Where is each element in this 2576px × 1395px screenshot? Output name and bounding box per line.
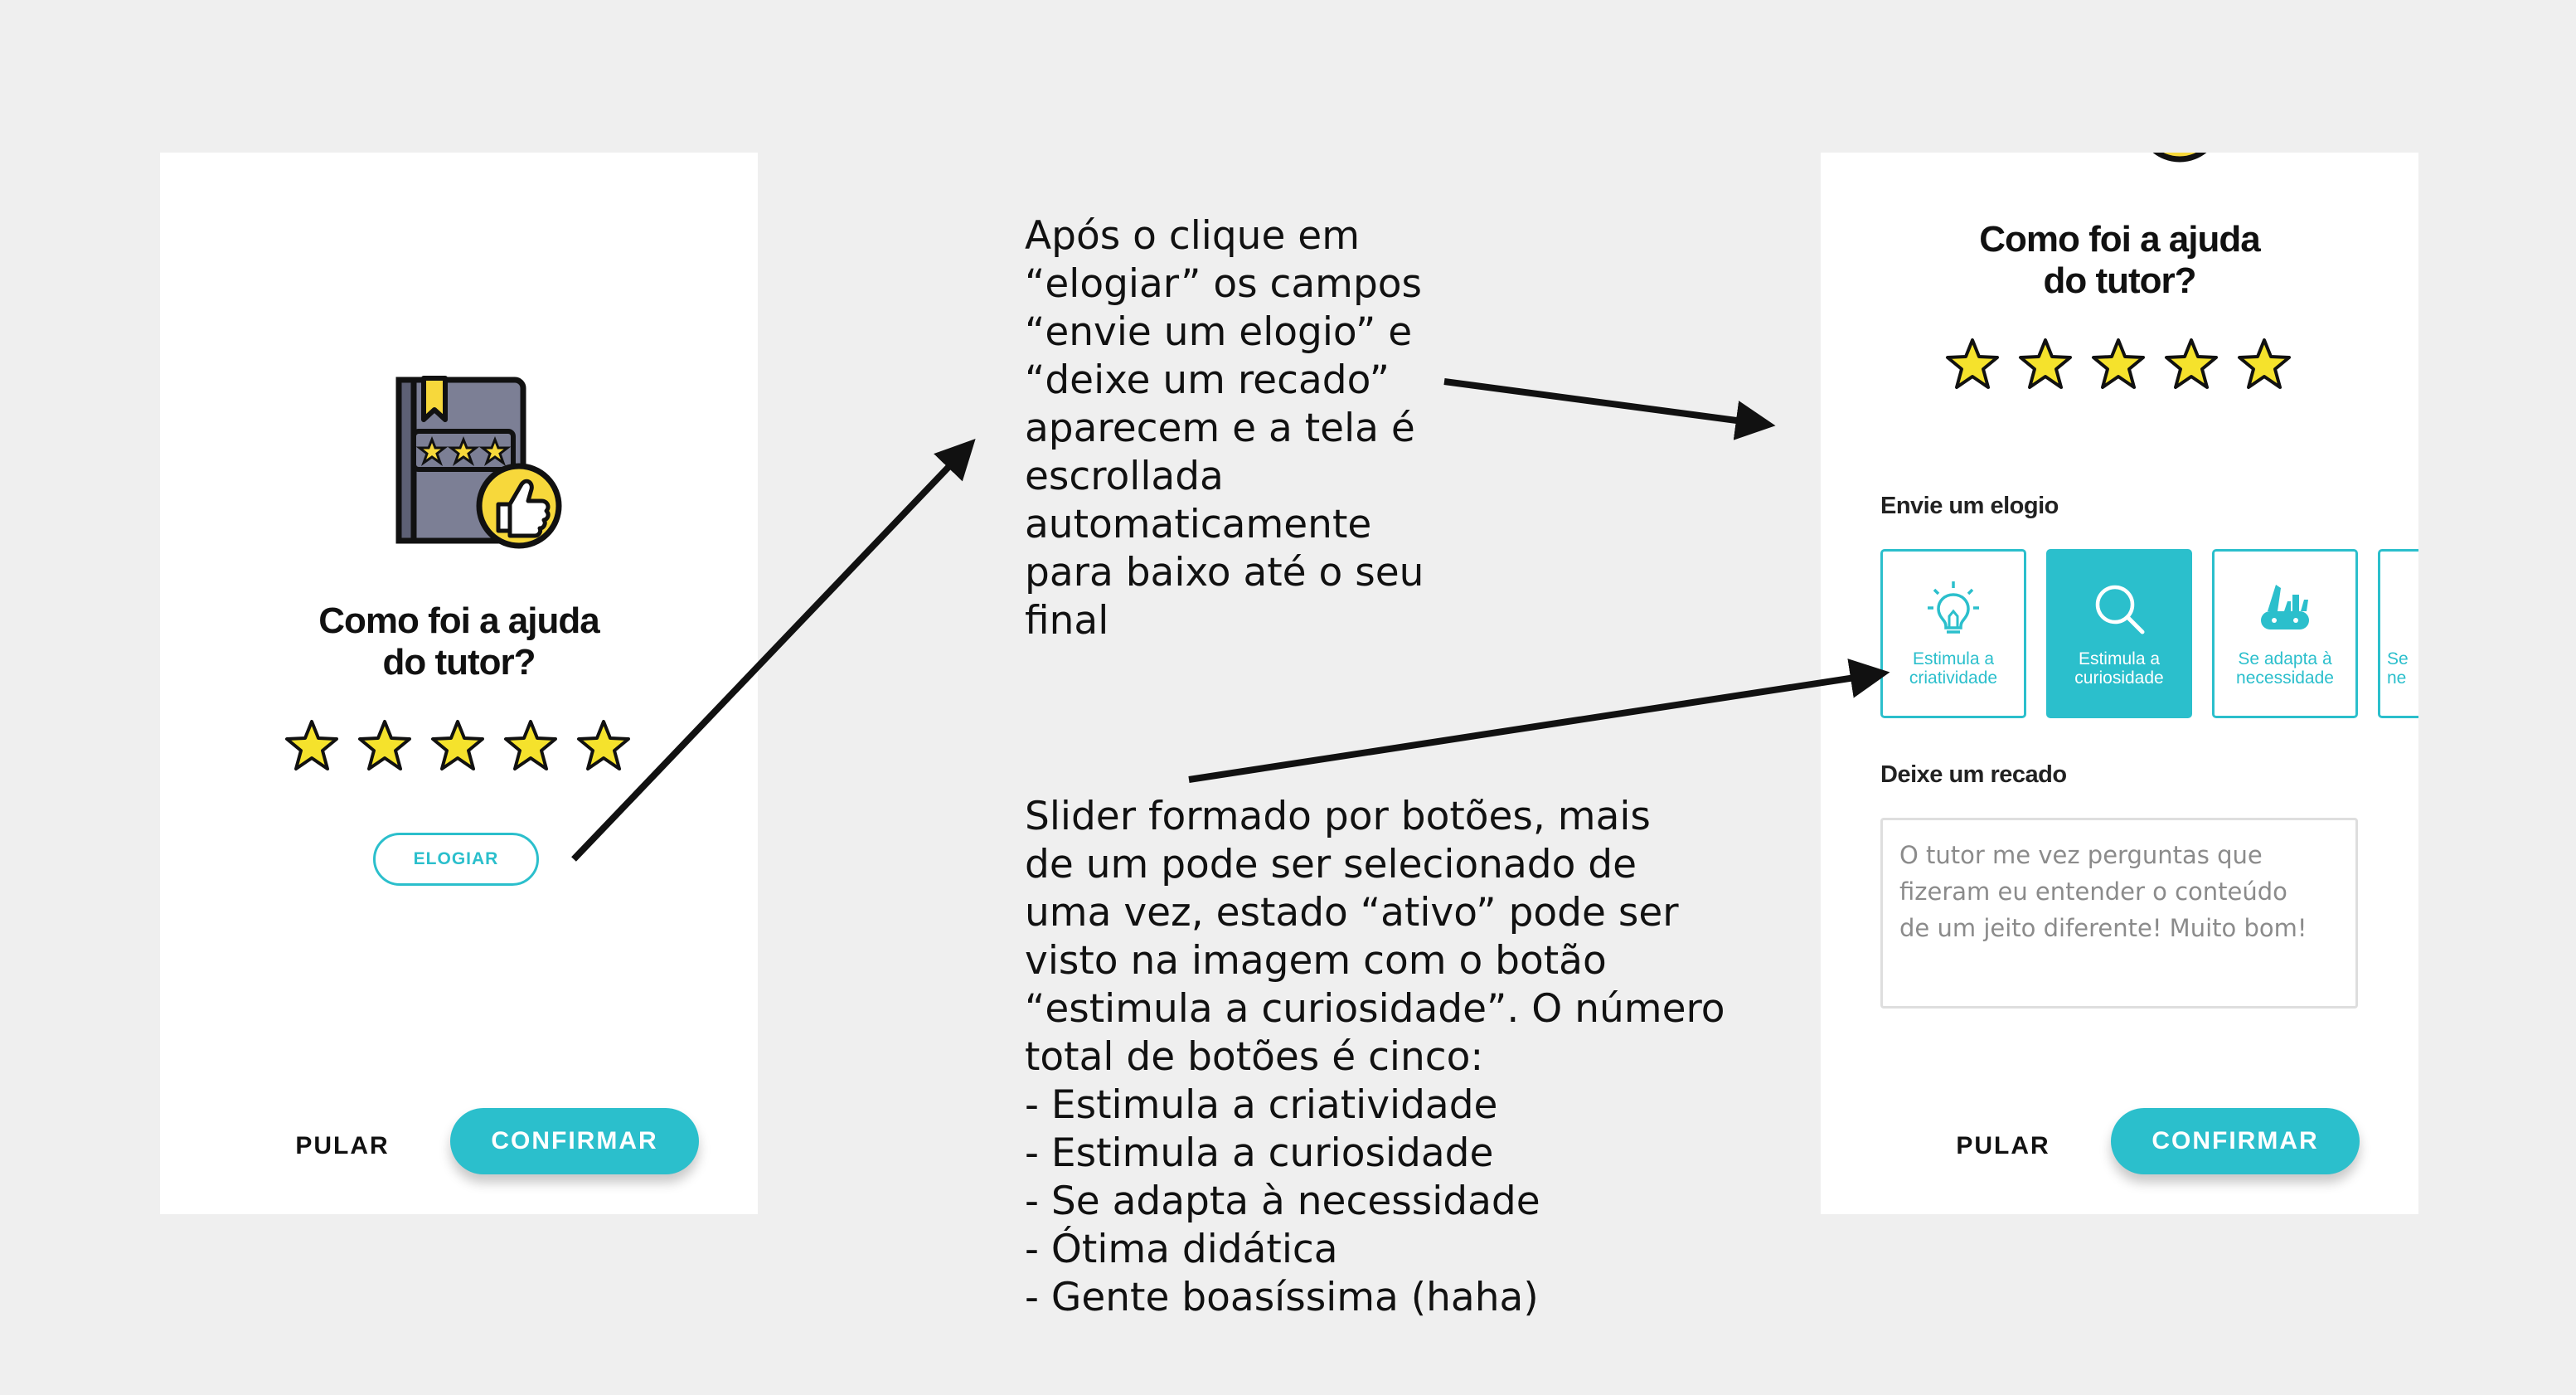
arrow-text-to-screen — [1443, 378, 1776, 440]
arrow-slider-to-chip — [1188, 659, 1890, 783]
annotation-arrows — [571, 378, 1890, 862]
arrow-elogiar-to-text — [571, 439, 976, 862]
